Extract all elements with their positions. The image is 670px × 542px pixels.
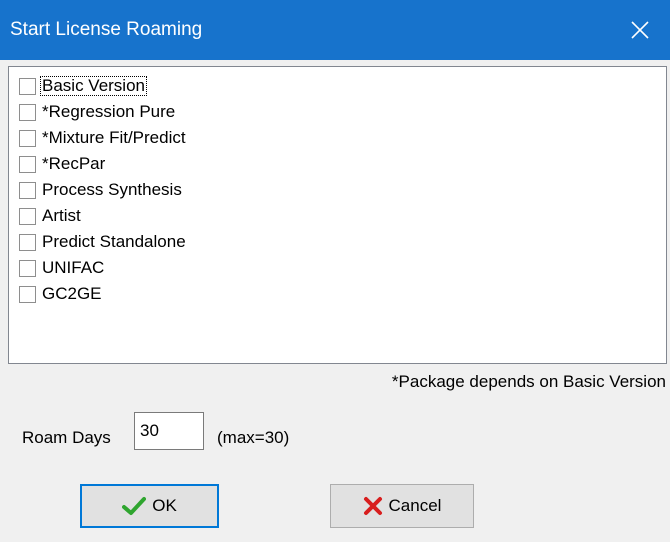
list-item-process-synthesis[interactable]: Process Synthesis	[19, 177, 184, 203]
checkbox[interactable]	[19, 103, 36, 121]
close-button[interactable]	[610, 0, 670, 60]
list-item-artist[interactable]: Artist	[19, 203, 83, 229]
item-label: *Mixture Fit/Predict	[42, 128, 186, 147]
checkbox[interactable]	[19, 181, 36, 199]
window-title: Start License Roaming	[10, 19, 203, 40]
checkbox[interactable]	[19, 77, 36, 95]
item-label: GC2GE	[42, 284, 102, 303]
ok-button-label: OK	[152, 496, 177, 515]
ok-button[interactable]: OK	[80, 484, 219, 528]
cancel-button-label: Cancel	[388, 496, 442, 515]
x-cross-icon	[363, 496, 383, 516]
item-label: Predict Standalone	[42, 232, 186, 251]
dependency-footnote: *Package depends on Basic Version	[391, 372, 666, 391]
checkbox[interactable]	[19, 155, 36, 173]
checkbox[interactable]	[19, 129, 36, 147]
list-item-gc2ge[interactable]: GC2GE	[19, 281, 104, 307]
checkbox[interactable]	[19, 285, 36, 303]
package-list[interactable]: Basic Version *Regression Pure *Mixture …	[8, 66, 667, 364]
roam-days-label: Roam Days	[22, 428, 111, 447]
close-icon	[631, 21, 649, 39]
item-label: Artist	[42, 206, 81, 225]
list-item-basic-version[interactable]: Basic Version	[19, 73, 147, 99]
roam-days-input[interactable]	[134, 412, 204, 450]
list-item-mixture-fit-predict[interactable]: *Mixture Fit/Predict	[19, 125, 188, 151]
checkbox[interactable]	[19, 207, 36, 225]
start-license-roaming-dialog: Start License Roaming Basic Version *Reg…	[0, 0, 670, 542]
list-item-unifac[interactable]: UNIFAC	[19, 255, 106, 281]
checkbox[interactable]	[19, 233, 36, 251]
title-bar: Start License Roaming	[0, 0, 670, 60]
roam-days-max-note: (max=30)	[217, 428, 290, 447]
checkbox[interactable]	[19, 259, 36, 277]
list-item-predict-standalone[interactable]: Predict Standalone	[19, 229, 188, 255]
item-label: *Regression Pure	[42, 102, 176, 121]
item-label: Basic Version	[40, 76, 147, 96]
list-item-regression-pure[interactable]: *Regression Pure	[19, 99, 177, 125]
checkmark-icon	[122, 496, 147, 516]
item-label: *RecPar	[42, 154, 106, 173]
item-label: UNIFAC	[42, 258, 105, 277]
cancel-button[interactable]: Cancel	[330, 484, 474, 528]
item-label: Process Synthesis	[42, 180, 182, 199]
list-item-recpar[interactable]: *RecPar	[19, 151, 107, 177]
